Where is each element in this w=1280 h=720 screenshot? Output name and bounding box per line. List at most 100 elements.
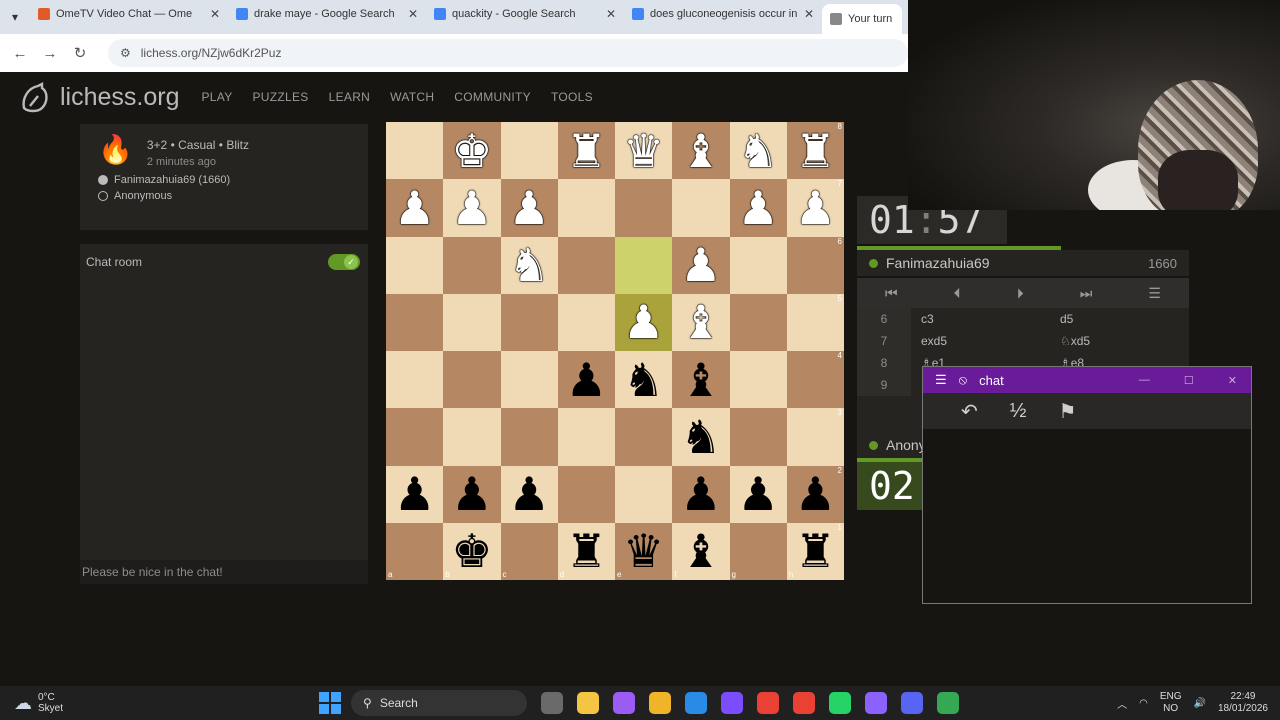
first-move-icon[interactable]: ⏮ (885, 285, 898, 302)
tray-chevron-icon[interactable]: ︿ (1117, 696, 1127, 711)
browser-tab[interactable]: OmeTV Video Chat — Ome ✕ (30, 0, 228, 28)
board-square[interactable]: ♞ (672, 408, 730, 466)
weather-widget[interactable]: ☁ 0°C Skyet (14, 692, 63, 714)
language-indicator[interactable]: ENG NO (1160, 691, 1182, 715)
white-queen-icon[interactable]: ♛ (623, 128, 664, 174)
board-square[interactable]: ♝ (672, 293, 730, 351)
menu-item-play[interactable]: PLAY (202, 90, 233, 104)
board-square[interactable]: ♟ (557, 351, 615, 409)
black-bishop-icon[interactable]: ♝ (680, 357, 721, 403)
white-knight-icon[interactable]: ♞ (509, 242, 550, 288)
white-pawn-icon[interactable]: ♟ (738, 185, 779, 231)
white-move[interactable]: c3 (911, 312, 1050, 326)
black-bishop-icon[interactable]: ♝ (680, 528, 721, 574)
maximize-icon[interactable]: ☐ (1184, 374, 1194, 387)
board-square[interactable] (500, 408, 558, 466)
site-info-icon[interactable]: ⚙ (120, 46, 131, 60)
board-square[interactable] (672, 179, 730, 237)
black-pawn-icon[interactable]: ♟ (566, 357, 607, 403)
tab-close-icon[interactable]: ✕ (606, 7, 616, 21)
black-pawn-icon[interactable]: ♟ (680, 471, 721, 517)
browser-tab[interactable]: quackity - Google Search ✕ (426, 0, 624, 28)
hamburger-icon[interactable]: ☰ (935, 372, 947, 388)
board-square[interactable] (557, 465, 615, 523)
prev-move-icon[interactable]: ⏴ (954, 285, 961, 302)
board-square[interactable]: ♟ (729, 179, 787, 237)
board-square[interactable] (443, 351, 501, 409)
last-move-icon[interactable]: ⏭ (1080, 285, 1093, 302)
white-king-icon[interactable]: ♚ (451, 128, 492, 174)
board-square[interactable]: ♟ (386, 179, 444, 237)
black-pawn-icon[interactable]: ♟ (451, 471, 492, 517)
chat-input[interactable]: Please be nice in the chat! (80, 560, 368, 584)
pinned-app-icon[interactable] (901, 692, 924, 714)
board-square[interactable] (386, 122, 444, 180)
board-square[interactable] (615, 236, 673, 294)
board-square[interactable] (500, 293, 558, 351)
board-square[interactable]: a (386, 522, 444, 580)
white-pawn-icon[interactable]: ♟ (680, 242, 721, 288)
board-square[interactable] (443, 293, 501, 351)
board-square[interactable]: ♜ 1 h (786, 522, 844, 580)
board-square[interactable]: ♟ (500, 465, 558, 523)
black-player-line[interactable]: Anonymous (98, 190, 368, 202)
white-pawn-icon[interactable]: ♟ (509, 185, 550, 231)
white-move[interactable]: exd5 (911, 334, 1050, 348)
board-square[interactable] (386, 408, 444, 466)
board-square[interactable]: ♜ (557, 122, 615, 180)
browser-tab[interactable]: Your turn (822, 4, 902, 34)
close-icon[interactable]: ✕ (1228, 374, 1237, 387)
browser-tab[interactable]: does gluconeogenisis occur in ✕ (624, 0, 822, 28)
resign-flag-icon[interactable]: ⚑ (1058, 399, 1076, 424)
black-knight-icon[interactable]: ♞ (680, 414, 721, 460)
board-square[interactable]: g (729, 522, 787, 580)
chess-board[interactable]: ♚ ♜ ♛ ♝ ♞ ♜ 8 ♟ ♟ ♟ ♟ ♟ 7 ♞ ♟ 6 ♟ ♝ 5 ♟ ♞ ♝ 4 ♞ 3 ♟ ♟ ♟ ♟ ♟ ♟ 2 a ♚ b c ♜ d ♛ e… (386, 122, 844, 580)
board-square[interactable] (557, 408, 615, 466)
board-square[interactable] (500, 351, 558, 409)
board-square[interactable] (729, 293, 787, 351)
menu-item-learn[interactable]: LEARN (329, 90, 371, 104)
board-square[interactable]: ♞ (615, 351, 673, 409)
board-square[interactable]: ♛ (615, 122, 673, 180)
board-square[interactable] (386, 293, 444, 351)
menu-item-community[interactable]: COMMUNITY (454, 90, 531, 104)
tab-close-icon[interactable]: ✕ (408, 7, 418, 21)
pinned-app-icon[interactable] (649, 692, 672, 714)
black-pawn-icon[interactable]: ♟ (795, 471, 836, 517)
board-square[interactable]: ♟ (386, 465, 444, 523)
pinned-app-icon[interactable] (757, 692, 780, 714)
offer-draw-icon[interactable]: ½ (1010, 400, 1027, 423)
board-square[interactable]: ♝ (672, 351, 730, 409)
pinned-app-icon[interactable] (577, 692, 600, 714)
tab-search-chevron[interactable]: ▾ (0, 10, 30, 24)
menu-item-puzzles[interactable]: PUZZLES (253, 90, 309, 104)
chat-toggle[interactable] (328, 254, 360, 270)
board-square[interactable] (557, 236, 615, 294)
taskbar-search[interactable]: ⚲ Search (351, 690, 528, 716)
board-square[interactable]: ♟ (672, 236, 730, 294)
chat-window-titlebar[interactable]: ☰ ⦸ chat — ☐ ✕ (923, 367, 1251, 393)
black-move[interactable]: d5 (1050, 312, 1189, 326)
black-pawn-icon[interactable]: ♟ (509, 471, 550, 517)
board-square[interactable] (729, 236, 787, 294)
white-bishop-icon[interactable]: ♝ (680, 299, 721, 345)
pinned-app-icon[interactable] (829, 692, 852, 714)
menu-item-tools[interactable]: TOOLS (551, 90, 593, 104)
board-square[interactable]: ♜ d (557, 522, 615, 580)
board-square[interactable]: ♚ b (443, 522, 501, 580)
white-pawn-icon[interactable]: ♟ (451, 185, 492, 231)
board-square[interactable] (386, 351, 444, 409)
board-square[interactable]: ♛ e (615, 522, 673, 580)
board-square[interactable]: ♞ (729, 122, 787, 180)
menu-icon[interactable]: ☰ (1148, 285, 1161, 302)
black-move[interactable]: ♘xd5 (1050, 334, 1189, 348)
board-square[interactable]: ♟ (615, 293, 673, 351)
takeback-icon[interactable]: ↶ (961, 399, 978, 424)
tab-close-icon[interactable]: ✕ (210, 7, 220, 21)
white-rook-icon[interactable]: ♜ (566, 128, 607, 174)
board-square[interactable]: c (500, 522, 558, 580)
pinned-app-icon[interactable] (541, 692, 564, 714)
board-square[interactable] (557, 179, 615, 237)
board-square[interactable] (500, 122, 558, 180)
no-watch-icon[interactable]: ⦸ (959, 372, 967, 388)
